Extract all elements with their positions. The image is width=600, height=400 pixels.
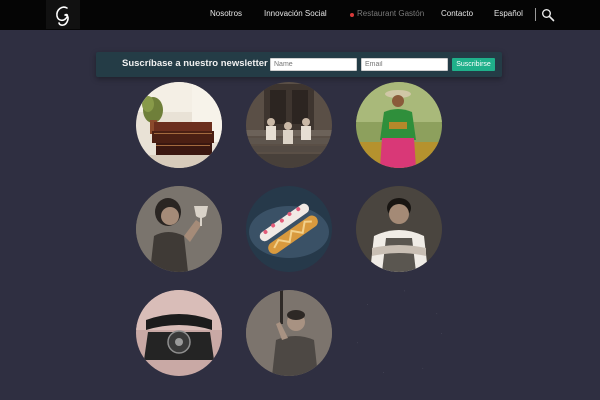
gallery-item-books-plant[interactable]	[136, 82, 222, 168]
gallery-item-chef[interactable]	[356, 186, 442, 272]
gallery-item-woman-green[interactable]	[356, 82, 442, 168]
gallery-item-telephone[interactable]	[136, 290, 222, 376]
newsletter-email-input[interactable]	[361, 58, 448, 71]
gallery-item-woman-wine[interactable]	[136, 186, 222, 272]
gallery-item-empty	[356, 290, 442, 376]
g-script-logo-icon[interactable]	[46, 0, 80, 29]
gallery-item-pastry[interactable]	[246, 186, 332, 272]
top-navigation-bar: Nosotros Innovación Social Restaurant Ga…	[0, 0, 600, 30]
nav-item-nosotros[interactable]: Nosotros	[210, 9, 242, 18]
language-selector[interactable]: Español	[494, 9, 523, 18]
search-icon[interactable]	[541, 8, 555, 22]
newsletter-name-input[interactable]	[270, 58, 357, 71]
nav-item-innovacion-social[interactable]: Innovación Social	[264, 9, 327, 18]
newsletter-signup-bar: Suscríbase a nuestro newsletter Suscribi…	[96, 52, 502, 77]
subscribe-button[interactable]: Suscribirse	[452, 58, 495, 71]
gallery-item-group-steps[interactable]	[246, 82, 332, 168]
nav-divider	[535, 8, 536, 21]
nav-item-restaurant-gaston[interactable]: Restaurant Gastón	[357, 9, 424, 18]
nav-active-dot	[350, 13, 354, 17]
gallery-item-man-tool[interactable]	[246, 290, 332, 376]
newsletter-title: Suscríbase a nuestro newsletter	[122, 58, 268, 69]
nav-item-contacto[interactable]: Contacto	[441, 9, 473, 18]
